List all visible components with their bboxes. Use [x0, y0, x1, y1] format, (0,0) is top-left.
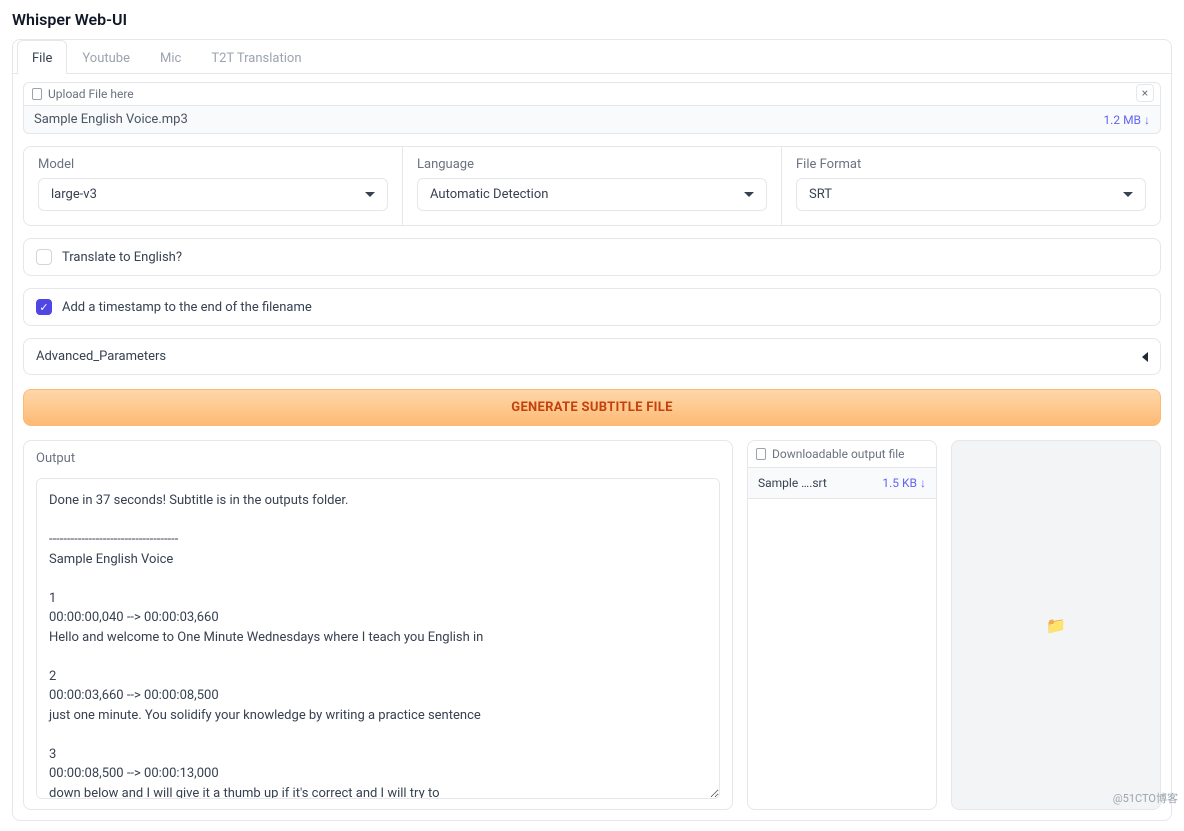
timestamp-panel: ✓ Add a timestamp to the end of the file…	[23, 288, 1161, 326]
tabs: File Youtube Mic T2T Translation	[13, 40, 1171, 74]
language-value: Automatic Detection	[430, 187, 548, 202]
language-label: Language	[417, 157, 767, 172]
download-filesize: 1.5 KB ↓	[882, 476, 926, 490]
output-label: Output	[36, 451, 720, 466]
options-row: Model large-v3 Language Automatic Detect…	[23, 146, 1161, 226]
preview-panel[interactable]: 📁	[951, 440, 1161, 810]
format-select[interactable]: SRT	[796, 178, 1146, 211]
chevron-down-icon	[744, 192, 754, 197]
uploaded-filename: Sample English Voice.mp3	[34, 112, 188, 127]
download-filename: Sample ….srt	[758, 476, 827, 490]
watermark: @51CTO博客	[1113, 790, 1178, 806]
generate-button[interactable]: GENERATE SUBTITLE FILE	[23, 389, 1161, 426]
uploaded-filesize[interactable]: 1.2 MB ↓	[1103, 113, 1150, 127]
language-select[interactable]: Automatic Detection	[417, 178, 767, 211]
tab-file[interactable]: File	[17, 40, 67, 74]
download-label: Downloadable output file	[772, 447, 905, 461]
chevron-down-icon	[365, 192, 375, 197]
advanced-parameters-accordion[interactable]: Advanced_Parameters	[23, 338, 1161, 375]
download-panel: Downloadable output file Sample ….srt 1.…	[747, 440, 937, 810]
page-title: Whisper Web-UI	[12, 10, 1172, 29]
model-value: large-v3	[51, 187, 97, 202]
translate-label: Translate to English?	[62, 250, 182, 265]
file-icon	[756, 448, 766, 460]
timestamp-label: Add a timestamp to the end of the filena…	[62, 300, 312, 315]
download-file-row[interactable]: Sample ….srt 1.5 KB ↓	[748, 468, 936, 499]
tab-mic[interactable]: Mic	[145, 40, 196, 74]
uploaded-file-row: Sample English Voice.mp3 1.2 MB ↓ ×	[23, 106, 1161, 134]
format-value: SRT	[809, 187, 832, 202]
main-panel: File Youtube Mic T2T Translation Upload …	[12, 39, 1172, 821]
timestamp-checkbox[interactable]: ✓	[36, 299, 52, 315]
upload-label: Upload File here	[48, 87, 134, 101]
translate-panel: Translate to English?	[23, 238, 1161, 276]
remove-file-button[interactable]: ×	[1136, 84, 1154, 102]
tab-youtube[interactable]: Youtube	[67, 40, 145, 74]
file-icon	[32, 88, 42, 100]
collapse-icon	[1142, 352, 1148, 362]
translate-checkbox[interactable]	[36, 249, 52, 265]
output-panel: Output	[23, 440, 733, 810]
chevron-down-icon	[1123, 192, 1133, 197]
folder-icon: 📁	[1046, 616, 1066, 635]
advanced-label: Advanced_Parameters	[36, 349, 166, 364]
upload-area[interactable]: Upload File here	[23, 82, 1161, 106]
tab-t2t[interactable]: T2T Translation	[196, 40, 316, 74]
model-select[interactable]: large-v3	[38, 178, 388, 211]
model-label: Model	[38, 157, 388, 172]
format-label: File Format	[796, 157, 1146, 172]
output-text[interactable]	[36, 478, 720, 799]
